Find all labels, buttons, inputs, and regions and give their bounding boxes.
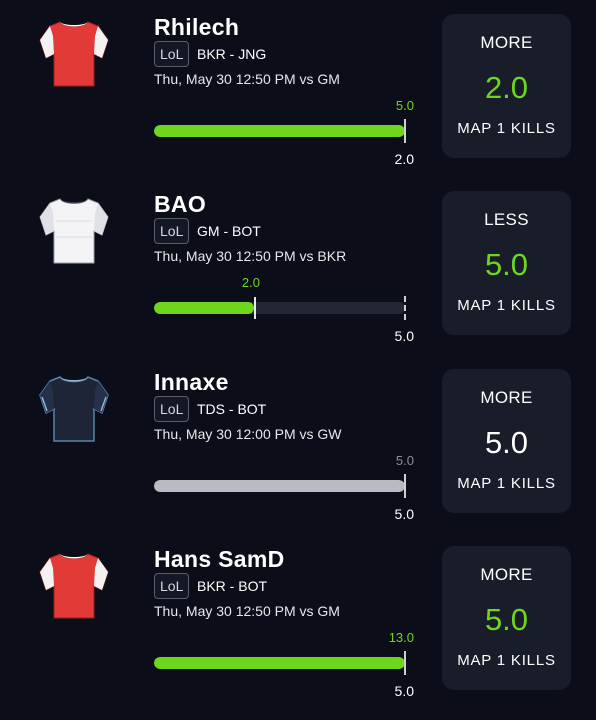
- progress-fill: [154, 125, 405, 137]
- progress-bottom-value: 5.0: [394, 683, 414, 699]
- progress-bottom-value: 5.0: [394, 506, 414, 522]
- team-position: GM - BOT: [197, 223, 261, 239]
- pick-selection-box[interactable]: MORE 5.0 MAP 1 KILLS: [442, 546, 571, 690]
- player-name: Rhilech: [154, 14, 240, 40]
- pick-card: Rhilech LoL BKR - JNG Thu, May 30 12:50 …: [0, 14, 596, 191]
- progress-target-marker: [404, 119, 406, 143]
- progress-fill: [154, 302, 255, 314]
- pick-direction: MORE: [480, 388, 533, 407]
- game-badge: LoL: [154, 573, 190, 599]
- player-name: Innaxe: [154, 369, 229, 395]
- player-name: BAO: [154, 191, 207, 217]
- match-info: Thu, May 30 12:50 PM vs GM: [154, 71, 340, 87]
- progress-target-marker: [404, 651, 406, 675]
- pick-stat-type: MAP 1 KILLS: [457, 297, 556, 314]
- progress-target-marker: [404, 474, 406, 498]
- pick-card: Innaxe LoL TDS - BOT Thu, May 30 12:00 P…: [0, 369, 596, 546]
- player-name: Hans SamD: [154, 546, 285, 572]
- pick-selection-box[interactable]: LESS 5.0 MAP 1 KILLS: [442, 191, 571, 335]
- team-position: TDS - BOT: [197, 401, 267, 417]
- picks-list: Rhilech LoL BKR - JNG Thu, May 30 12:50 …: [0, 0, 596, 720]
- pick-direction: LESS: [484, 210, 529, 229]
- progress-bottom-value: 2.0: [394, 151, 414, 167]
- game-badge: LoL: [154, 396, 190, 422]
- pick-direction: MORE: [480, 565, 533, 584]
- progress-track: [154, 302, 405, 314]
- match-info: Thu, May 30 12:00 PM vs GW: [154, 426, 342, 442]
- pick-card: BAO LoL GM - BOT Thu, May 30 12:50 PM vs…: [0, 191, 596, 368]
- match-info: Thu, May 30 12:50 PM vs BKR: [154, 248, 347, 264]
- progress-top-value: 2.0: [241, 275, 260, 290]
- game-badge: LoL: [154, 218, 190, 244]
- pick-line-value: 5.0: [484, 425, 529, 460]
- progress-top-value: 5.0: [395, 453, 414, 468]
- pick-stat-type: MAP 1 KILLS: [457, 652, 556, 669]
- pick-line-value: 5.0: [484, 247, 529, 282]
- progress-current-marker: [254, 297, 256, 319]
- progress-fill: [154, 480, 405, 492]
- pick-direction: MORE: [480, 33, 533, 52]
- progress-top-value: 5.0: [395, 98, 414, 113]
- team-position: BKR - JNG: [197, 46, 267, 62]
- progress-track: [154, 125, 405, 137]
- pick-line-value: 5.0: [484, 602, 529, 637]
- red-jersey-icon: [39, 21, 109, 87]
- progress-track: [154, 480, 405, 492]
- navy-jersey-icon: [39, 376, 109, 442]
- progress-bottom-value: 5.0: [394, 328, 414, 344]
- progress-track: [154, 657, 405, 669]
- progress-top-value: 13.0: [388, 630, 414, 645]
- pick-line-value: 2.0: [484, 70, 529, 105]
- pick-selection-box[interactable]: MORE 2.0 MAP 1 KILLS: [442, 14, 571, 158]
- game-badge: LoL: [154, 41, 190, 67]
- white-jersey-icon: [39, 198, 109, 264]
- pick-stat-type: MAP 1 KILLS: [457, 120, 556, 137]
- team-position: BKR - BOT: [197, 578, 268, 594]
- progress-target-marker: [404, 296, 406, 320]
- pick-stat-type: MAP 1 KILLS: [457, 475, 556, 492]
- pick-selection-box[interactable]: MORE 5.0 MAP 1 KILLS: [442, 369, 571, 513]
- pick-card: Hans SamD LoL BKR - BOT Thu, May 30 12:5…: [0, 546, 596, 720]
- red-jersey-icon: [39, 553, 109, 619]
- match-info: Thu, May 30 12:50 PM vs GM: [154, 603, 340, 619]
- progress-fill: [154, 657, 405, 669]
